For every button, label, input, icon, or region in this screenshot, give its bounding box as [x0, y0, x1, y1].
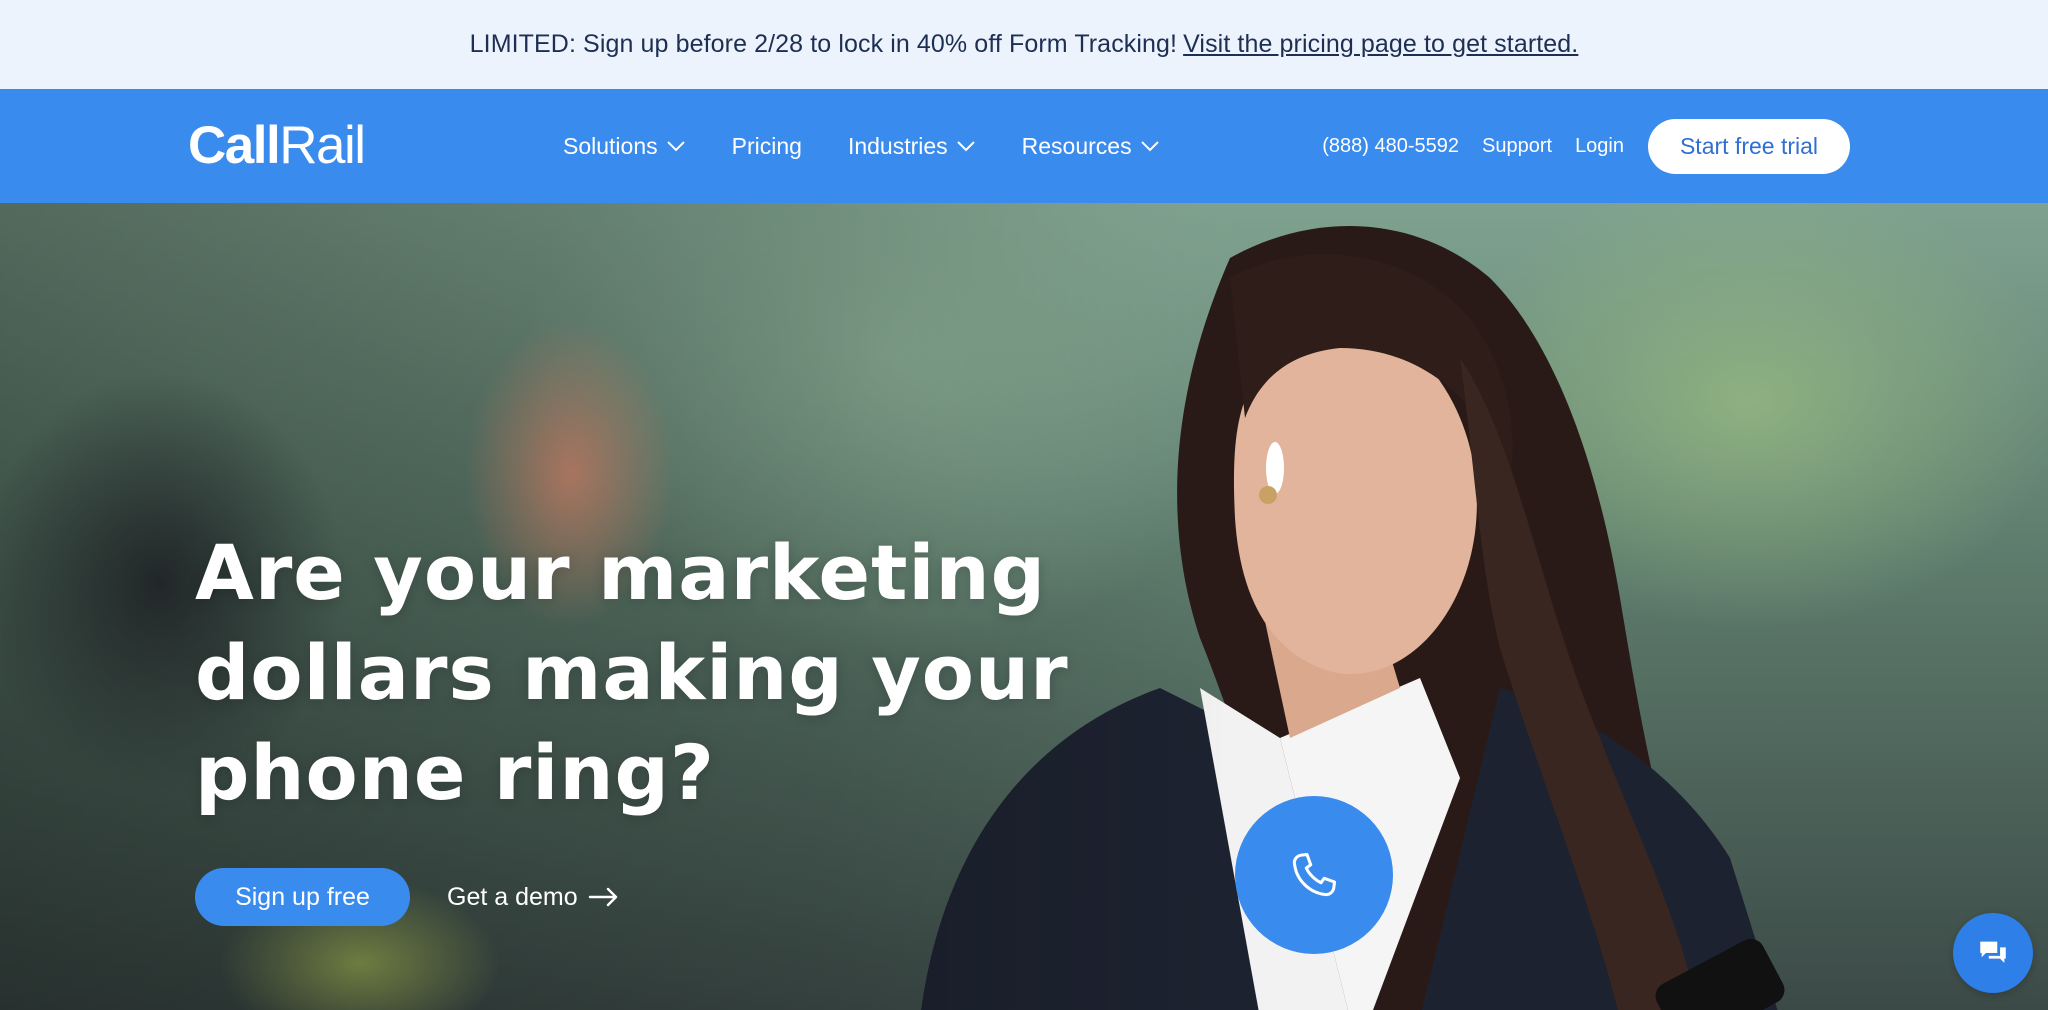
nav-item-label: Resources	[1021, 132, 1132, 159]
phone-icon	[1292, 852, 1337, 897]
logo-text-light: Rail	[279, 116, 366, 175]
nav-item-industries[interactable]: Industries	[848, 133, 976, 160]
callrail-logo[interactable]: Call Rail	[188, 116, 366, 176]
sign-up-free-button[interactable]: Sign up free	[195, 868, 410, 926]
nav-item-pricing[interactable]: Pricing	[732, 133, 802, 160]
top-navbar: Call Rail Solutions Pricing Industries Re…	[0, 89, 2048, 203]
start-free-trial-button[interactable]: Start free trial	[1648, 118, 1850, 174]
nav-utility: (888) 480-5592 Support Login Start free …	[1322, 89, 1850, 203]
chevron-down-icon	[1140, 141, 1159, 152]
hero-headline-line: Are your marketing	[195, 528, 1046, 617]
promo-banner: LIMITED: Sign up before 2/28 to lock in …	[0, 0, 2048, 89]
nav-item-label: Industries	[847, 132, 948, 159]
get-a-demo-label: Get a demo	[447, 882, 578, 911]
nav-item-label: Pricing	[731, 132, 802, 159]
promo-text: LIMITED: Sign up before 2/28 to lock in …	[469, 30, 1178, 58]
nav-item-resources[interactable]: Resources	[1022, 133, 1160, 160]
nav-item-label: Solutions	[563, 132, 658, 159]
login-link[interactable]: Login	[1575, 135, 1624, 158]
main-nav: Solutions Pricing Industries Resources	[563, 89, 1206, 203]
chevron-down-icon	[666, 141, 685, 152]
logo-text-bold: Call	[188, 116, 281, 175]
chat-widget-button[interactable]	[1953, 913, 2033, 993]
nav-item-solutions[interactable]: Solutions	[563, 133, 686, 160]
chevron-down-icon	[956, 141, 975, 152]
hero-headline-line: phone ring?	[195, 728, 715, 817]
promo-pricing-link[interactable]: Visit the pricing page to get started.	[1183, 30, 1578, 59]
arrow-right-icon	[588, 887, 617, 907]
hero-headline: Are your marketing dollars making your p…	[195, 523, 1095, 823]
get-a-demo-link[interactable]: Get a demo	[447, 883, 620, 912]
call-button[interactable]	[1235, 796, 1393, 954]
chat-icon	[1980, 941, 2006, 963]
support-link[interactable]: Support	[1482, 135, 1552, 158]
hero-section: Are your marketing dollars making your p…	[0, 203, 2048, 1010]
hero-headline-line: dollars making your	[195, 628, 1069, 717]
phone-number-link[interactable]: (888) 480-5592	[1322, 135, 1459, 158]
hero-cta-row: Sign up free Get a demo	[195, 868, 620, 926]
